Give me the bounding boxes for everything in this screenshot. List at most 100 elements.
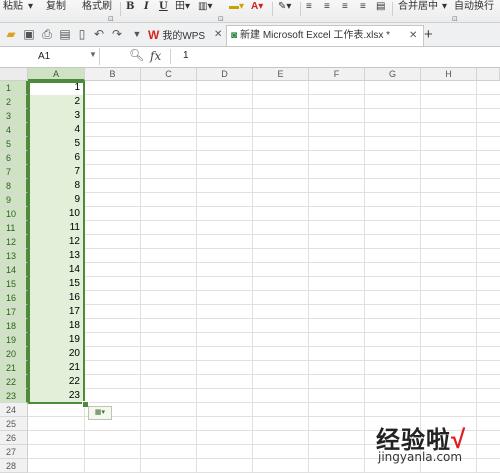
cell-a2[interactable]: 2: [28, 95, 84, 109]
tab-my-wps[interactable]: W 我的WPS ✕: [148, 25, 228, 45]
row-header-6[interactable]: 6: [0, 151, 28, 165]
close-tab-icon[interactable]: ✕: [214, 25, 222, 45]
name-box-dropdown-icon[interactable]: ▼: [89, 50, 97, 59]
cell-a9[interactable]: 9: [28, 193, 84, 207]
tab-excel-document[interactable]: ◙ 新建 Microsoft Excel 工作表.xlsx * ✕: [226, 25, 424, 46]
cell-a16[interactable]: 16: [28, 291, 84, 305]
spreadsheet-grid[interactable]: A B C D E F G H 1 1 2 2 3 3 4 4 5 5 6 6 7 7 8 8 9 9 10 10 11 11 12 12 13…: [0, 68, 500, 473]
row-header-11[interactable]: 11: [0, 221, 28, 235]
row-header-22[interactable]: 22: [0, 375, 28, 389]
row-header-9[interactable]: 9: [0, 193, 28, 207]
font-group-expander-icon[interactable]: ⊡: [218, 15, 224, 22]
cell-a11[interactable]: 11: [28, 221, 84, 235]
select-all-corner[interactable]: [0, 68, 28, 81]
row-header-23[interactable]: 23: [0, 389, 28, 403]
row-header-20[interactable]: 20: [0, 347, 28, 361]
cell-a13[interactable]: 13: [28, 249, 84, 263]
row-header-16[interactable]: 16: [0, 291, 28, 305]
cell-a8[interactable]: 8: [28, 179, 84, 193]
row-header-25[interactable]: 25: [0, 417, 28, 431]
cell-a18[interactable]: 18: [28, 319, 84, 333]
row-header-7[interactable]: 7: [0, 165, 28, 179]
row-header-18[interactable]: 18: [0, 319, 28, 333]
magnifier-icon[interactable]: 🔍︎: [129, 48, 144, 62]
undo-icon[interactable]: ↶: [92, 27, 106, 41]
column-header-b[interactable]: B: [85, 68, 141, 81]
underline-button[interactable]: U: [159, 0, 168, 14]
column-header-e[interactable]: E: [253, 68, 309, 81]
column-header-a[interactable]: A: [28, 68, 85, 81]
row-header-17[interactable]: 17: [0, 305, 28, 319]
cell-a23[interactable]: 23: [28, 389, 84, 403]
cell-a7[interactable]: 7: [28, 165, 84, 179]
customize-toolbar-dropdown-icon[interactable]: ▼: [130, 27, 144, 41]
cell-a20[interactable]: 20: [28, 347, 84, 361]
name-box[interactable]: A1: [0, 48, 100, 65]
column-header-c[interactable]: C: [141, 68, 197, 81]
highlight-color-icon[interactable]: ▬▾: [229, 0, 244, 14]
column-header-f[interactable]: F: [309, 68, 365, 81]
row-header-26[interactable]: 26: [0, 431, 28, 445]
font-color-icon[interactable]: A▾: [251, 0, 263, 14]
row-header-12[interactable]: 12: [0, 235, 28, 249]
row-header-13[interactable]: 13: [0, 249, 28, 263]
border-button-icon[interactable]: 田▾: [175, 0, 190, 14]
formula-input[interactable]: 1: [183, 50, 189, 61]
column-header-g[interactable]: G: [365, 68, 421, 81]
row-header-8[interactable]: 8: [0, 179, 28, 193]
row-header-24[interactable]: 24: [0, 403, 28, 417]
copy-button[interactable]: 复制: [46, 0, 66, 14]
row-header-19[interactable]: 19: [0, 333, 28, 347]
row-header-4[interactable]: 4: [0, 123, 28, 137]
clear-format-icon[interactable]: ✎▾: [278, 0, 291, 14]
justify-icon[interactable]: ≡: [360, 0, 366, 14]
auto-wrap-button[interactable]: 自动换行: [454, 0, 494, 14]
row-header-21[interactable]: 21: [0, 361, 28, 375]
align-left-icon[interactable]: ≡: [306, 0, 312, 14]
cell-a5[interactable]: 5: [28, 137, 84, 151]
alignment-group-expander-icon[interactable]: ⊡: [452, 15, 458, 22]
row-header-10[interactable]: 10: [0, 207, 28, 221]
align-center-icon[interactable]: ≡: [324, 0, 330, 14]
cell-a14[interactable]: 14: [28, 263, 84, 277]
cell-a1[interactable]: 1: [28, 81, 84, 95]
redo-icon[interactable]: ↷: [110, 27, 124, 41]
fill-color-button-icon[interactable]: ▥▾: [198, 0, 212, 14]
distribute-icon[interactable]: ▤: [376, 0, 385, 14]
row-header-14[interactable]: 14: [0, 263, 28, 277]
format-painter-button[interactable]: 格式刷: [82, 0, 112, 14]
cell-a6[interactable]: 6: [28, 151, 84, 165]
align-right-icon[interactable]: ≡: [342, 0, 348, 14]
cell-a19[interactable]: 19: [28, 333, 84, 347]
open-folder-icon[interactable]: ▰: [4, 27, 18, 41]
merge-dropdown-icon[interactable]: ▾: [442, 0, 447, 14]
paste-button[interactable]: 粘贴: [3, 0, 23, 14]
save-icon[interactable]: ▣: [22, 27, 36, 41]
print-icon[interactable]: ▤: [58, 27, 72, 41]
bold-button[interactable]: B: [126, 0, 134, 14]
row-header-15[interactable]: 15: [0, 277, 28, 291]
row-header-27[interactable]: 27: [0, 445, 28, 459]
export-pdf-icon[interactable]: ⎙: [40, 27, 54, 41]
merge-center-button[interactable]: 合并居中: [398, 0, 438, 14]
cell-a3[interactable]: 3: [28, 109, 84, 123]
column-header-partial[interactable]: [477, 68, 500, 81]
row-header-2[interactable]: 2: [0, 95, 28, 109]
close-tab-icon[interactable]: ✕: [409, 26, 417, 46]
cell-a21[interactable]: 21: [28, 361, 84, 375]
cell-a15[interactable]: 15: [28, 277, 84, 291]
cell-a4[interactable]: 4: [28, 123, 84, 137]
row-header-5[interactable]: 5: [0, 137, 28, 151]
cell-a12[interactable]: 12: [28, 235, 84, 249]
italic-button[interactable]: I: [144, 0, 149, 14]
clipboard-group-expander-icon[interactable]: ⊡: [108, 15, 114, 22]
column-header-d[interactable]: D: [197, 68, 253, 81]
new-tab-plus-icon[interactable]: +: [424, 26, 433, 43]
auto-fill-options-icon[interactable]: ▦▾: [88, 406, 112, 420]
row-header-3[interactable]: 3: [0, 109, 28, 123]
column-header-h[interactable]: H: [421, 68, 477, 81]
print-preview-icon[interactable]: ▯: [75, 27, 89, 41]
row-header-1[interactable]: 1: [0, 81, 28, 95]
cell-a17[interactable]: 17: [28, 305, 84, 319]
paste-dropdown-icon[interactable]: ▾: [28, 0, 33, 14]
